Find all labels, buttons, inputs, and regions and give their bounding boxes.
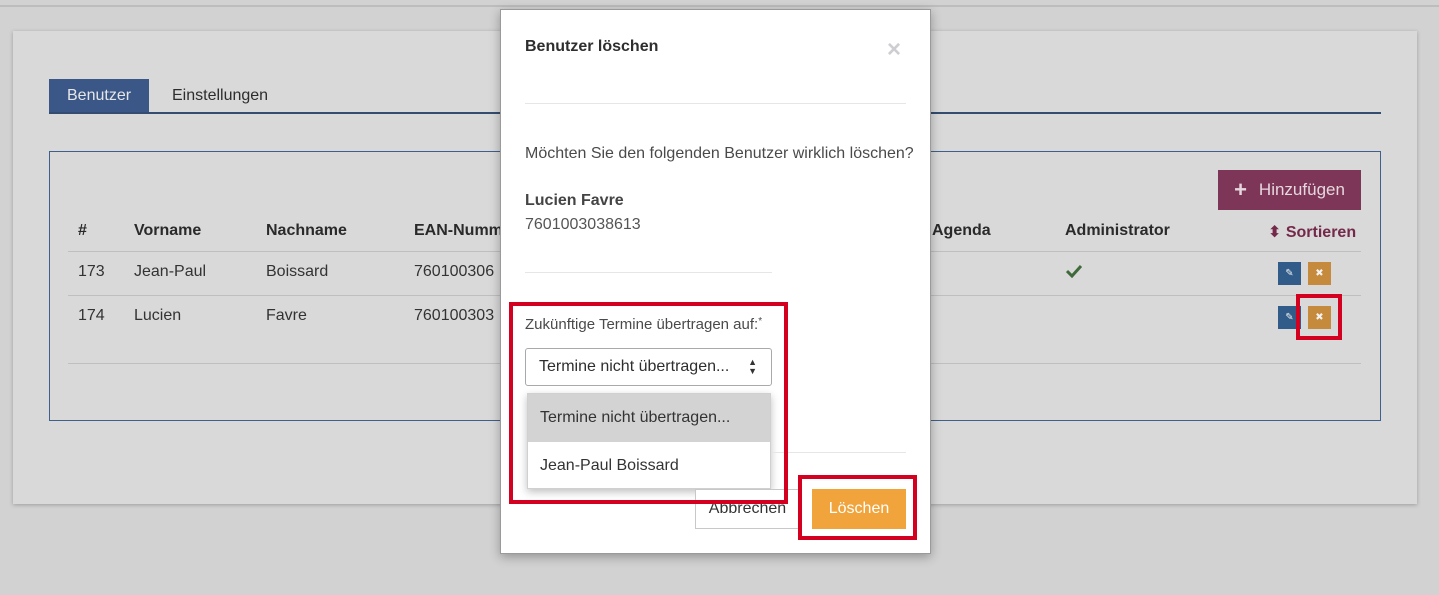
col-header-vorname: Vorname [134, 222, 202, 239]
cell-ean: 760100306 [414, 263, 495, 280]
add-user-label: Hinzufügen [1258, 180, 1345, 199]
add-user-button[interactable]: + Hinzufügen [1218, 170, 1361, 210]
sort-label: Sortieren [1285, 224, 1357, 241]
edit-button[interactable]: ✎ [1278, 262, 1301, 285]
cell-vorname: Jean-Paul [134, 263, 207, 280]
delete-button[interactable]: ✖ [1308, 262, 1331, 285]
col-header-administrator: Administrator [1065, 222, 1170, 239]
user-ean: 7601003038613 [525, 216, 641, 233]
col-header-id: # [78, 222, 87, 239]
modal-question: Möchten Sie den folgenden Benutzer wirkl… [525, 145, 914, 162]
close-icon[interactable]: × [887, 38, 901, 62]
edit-icon: ✎ [1285, 312, 1294, 323]
user-name: Lucien Favre [525, 192, 624, 209]
col-header-nachname: Nachname [266, 222, 347, 239]
cell-id: 174 [78, 307, 105, 324]
delete-icon: ✖ [1315, 268, 1324, 279]
modal-divider [772, 452, 906, 453]
cell-ean: 760100303 [414, 307, 495, 324]
highlight-box [509, 302, 788, 504]
top-divider [0, 5, 1439, 7]
cell-vorname: Lucien [134, 307, 182, 324]
tab-benutzer[interactable]: Benutzer [49, 79, 150, 112]
cell-id: 173 [78, 263, 105, 280]
modal-divider [525, 103, 906, 104]
col-header-ean: EAN-Numm [414, 222, 503, 239]
edit-icon: ✎ [1285, 268, 1294, 279]
highlight-box [1296, 294, 1342, 340]
sort-button[interactable]: ⬍ Sortieren [1268, 222, 1356, 242]
col-header-agenda: Agenda [932, 222, 991, 239]
modal-divider [525, 272, 772, 273]
plus-icon: + [1234, 177, 1247, 202]
check-icon [1066, 264, 1082, 278]
modal-title: Benutzer löschen [525, 38, 659, 55]
sort-icon: ⬍ [1268, 224, 1282, 241]
cell-nachname: Boissard [266, 263, 329, 280]
tab-einstellungen[interactable]: Einstellungen [154, 79, 286, 112]
highlight-box [798, 475, 917, 540]
cell-nachname: Favre [266, 307, 307, 324]
